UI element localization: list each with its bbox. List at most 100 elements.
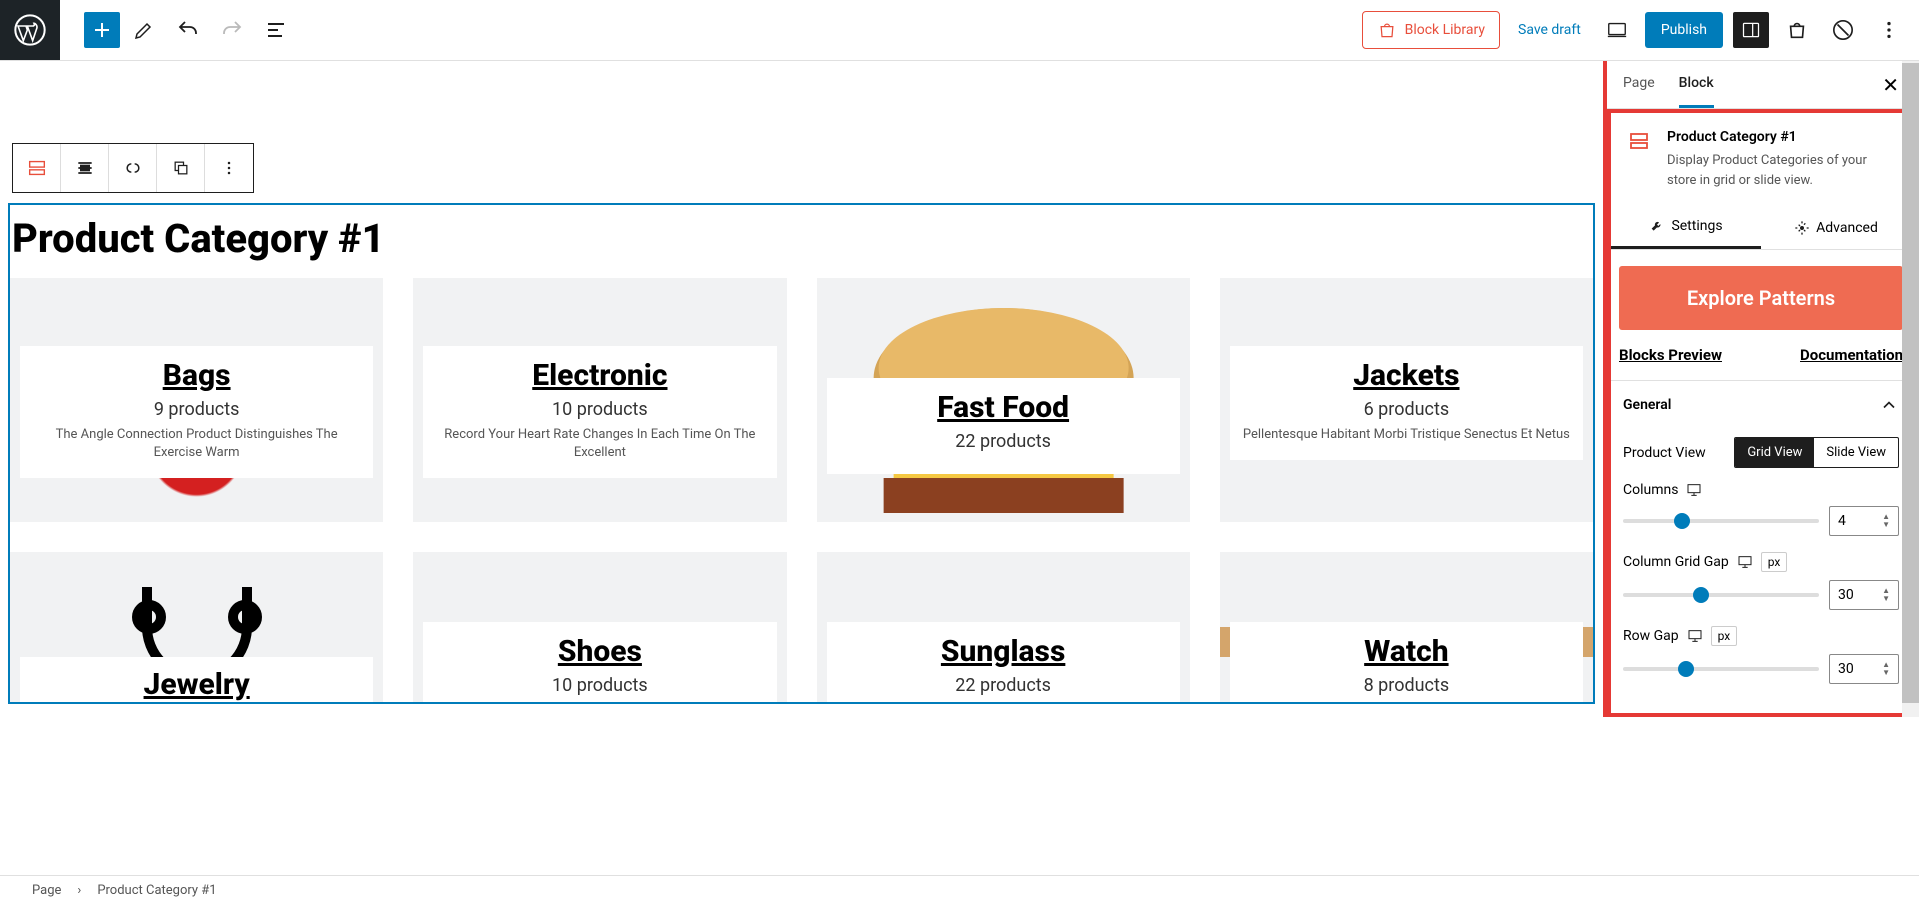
product-info: Sunglass22 products xyxy=(827,622,1180,702)
editor-canvas[interactable]: Product Category #1 Bags9 productsThe An… xyxy=(0,61,1603,717)
product-count: 10 products xyxy=(433,675,766,696)
wordpress-logo[interactable] xyxy=(0,0,60,60)
product-card[interactable]: Watch 8 products xyxy=(1220,552,1593,702)
product-name[interactable]: Electronic xyxy=(433,358,766,393)
row-gap-label: Row Gap xyxy=(1623,628,1679,644)
block-type-icon[interactable] xyxy=(13,144,61,192)
product-info: Electronic 10 products Record Your Heart R… xyxy=(423,346,776,478)
product-card[interactable]: Bags9 productsThe Angle Connection Produ… xyxy=(10,278,383,522)
product-card[interactable]: Sunglass22 products xyxy=(817,552,1190,702)
product-name[interactable]: Sunglass xyxy=(837,634,1170,669)
product-desc: Record Your Heart Rate Changes In Each T… xyxy=(433,426,766,462)
breadcrumb: Page › Product Category #1 xyxy=(0,875,1919,905)
product-info: Shoes 10 products xyxy=(423,622,776,702)
view-toggle: Grid View Slide View xyxy=(1734,437,1899,468)
block-info: Product Category #1 Display Product Cate… xyxy=(1611,113,1911,206)
edit-icon[interactable] xyxy=(124,10,164,50)
scrollbar-thumb[interactable] xyxy=(1902,63,1919,703)
more-block-options-icon[interactable] xyxy=(205,144,253,192)
block-toolbar xyxy=(12,143,254,193)
unit-px[interactable]: px xyxy=(1711,626,1738,646)
breadcrumb-page[interactable]: Page xyxy=(32,883,61,898)
product-count: 10 products xyxy=(433,399,766,420)
grid-view-option[interactable]: Grid View xyxy=(1735,438,1814,467)
unit-px[interactable]: px xyxy=(1761,552,1788,572)
list-view-icon[interactable] xyxy=(256,10,296,50)
yoast-icon[interactable] xyxy=(1825,12,1861,48)
tab-page[interactable]: Page xyxy=(1623,61,1655,108)
documentation-link[interactable]: Documentation xyxy=(1800,346,1903,364)
columns-slider[interactable] xyxy=(1623,519,1819,523)
tab-block[interactable]: Block xyxy=(1679,61,1714,108)
row-gap-slider[interactable] xyxy=(1623,667,1819,671)
sidebar-body: Product Category #1 Display Product Cate… xyxy=(1607,109,1915,713)
slide-view-option[interactable]: Slide View xyxy=(1814,438,1898,467)
product-view-control: Product View Grid View Slide View xyxy=(1623,437,1899,468)
stepper-icon[interactable]: ▲▼ xyxy=(1882,587,1890,603)
undo-icon[interactable] xyxy=(168,10,208,50)
row-gap-slider-row: 30▲▼ xyxy=(1623,654,1899,684)
product-card[interactable]: Electronic 10 products Record Your Heart R… xyxy=(413,278,786,522)
top-toolbar: Block Library Save draft Publish xyxy=(0,0,1919,61)
wrench-icon xyxy=(1649,218,1665,234)
product-name[interactable]: Fast Food xyxy=(837,390,1170,425)
desktop-icon[interactable] xyxy=(1687,628,1703,644)
product-desc: Pellentesque Habitant Morbi Tristique Se… xyxy=(1240,426,1573,444)
column-gap-label-row: Column Grid Gap px xyxy=(1623,552,1899,572)
product-name[interactable]: Shoes xyxy=(433,634,766,669)
product-name[interactable]: Watch xyxy=(1240,634,1573,669)
plugin-icon[interactable] xyxy=(1779,12,1815,48)
link-icon[interactable] xyxy=(109,144,157,192)
row-gap-input[interactable]: 30▲▼ xyxy=(1829,654,1899,684)
product-card[interactable]: Shoes 10 products xyxy=(413,552,786,702)
block-type-icon xyxy=(1627,129,1651,153)
scrollbar[interactable] xyxy=(1902,61,1919,717)
column-gap-slider[interactable] xyxy=(1623,593,1819,597)
chevron-up-icon xyxy=(1879,395,1899,415)
column-gap-label: Column Grid Gap xyxy=(1623,554,1729,570)
product-card[interactable]: Jackets6 productsPellentesque Habitant M… xyxy=(1220,278,1593,522)
product-view-label: Product View xyxy=(1623,445,1706,461)
product-name[interactable]: Jewelry xyxy=(30,667,363,702)
more-options-icon[interactable] xyxy=(1871,12,1907,48)
product-category-block[interactable]: Product Category #1 Bags9 productsThe An… xyxy=(8,203,1595,704)
redo-icon[interactable] xyxy=(212,10,252,50)
product-info: Jackets6 productsPellentesque Habitant M… xyxy=(1230,346,1583,460)
columns-input[interactable]: 4▲▼ xyxy=(1829,506,1899,536)
tab-settings[interactable]: Settings xyxy=(1611,206,1761,249)
duplicate-icon[interactable] xyxy=(157,144,205,192)
shopping-bag-icon xyxy=(1377,20,1397,40)
desktop-icon[interactable] xyxy=(1737,554,1753,570)
add-block-button[interactable] xyxy=(84,12,120,48)
product-card[interactable]: Fast Food22 products xyxy=(817,278,1190,522)
align-icon[interactable] xyxy=(61,144,109,192)
close-icon[interactable]: ✕ xyxy=(1882,73,1899,97)
preview-device-icon[interactable] xyxy=(1599,12,1635,48)
product-count: 8 products xyxy=(1240,675,1573,696)
general-panel-header[interactable]: General xyxy=(1611,380,1911,429)
product-name[interactable]: Jackets xyxy=(1240,358,1573,393)
columns-label-row: Columns xyxy=(1623,482,1899,498)
row-gap-label-row: Row Gap px xyxy=(1623,626,1899,646)
product-name[interactable]: Bags xyxy=(30,358,363,393)
column-gap-input[interactable]: 30▲▼ xyxy=(1829,580,1899,610)
block-title[interactable]: Product Category #1 xyxy=(10,205,1593,278)
blocks-preview-link[interactable]: Blocks Preview xyxy=(1619,346,1722,364)
product-info: Fast Food22 products xyxy=(827,378,1180,474)
columns-label: Columns xyxy=(1623,482,1678,498)
block-library-button[interactable]: Block Library xyxy=(1362,11,1500,49)
product-card[interactable]: Jewelry xyxy=(10,552,383,702)
tab-advanced[interactable]: Advanced xyxy=(1761,206,1911,249)
sidebar-toggle-icon[interactable] xyxy=(1733,12,1769,48)
stepper-icon[interactable]: ▲▼ xyxy=(1882,661,1890,677)
save-draft-link[interactable]: Save draft xyxy=(1510,14,1589,46)
explore-patterns-button[interactable]: Explore Patterns xyxy=(1619,266,1903,330)
column-gap-slider-row: 30▲▼ xyxy=(1623,580,1899,610)
product-count: 9 products xyxy=(30,399,363,420)
breadcrumb-block[interactable]: Product Category #1 xyxy=(97,883,216,898)
publish-button[interactable]: Publish xyxy=(1645,12,1723,48)
preview-links: Blocks Preview Documentation xyxy=(1611,346,1911,380)
desktop-icon[interactable] xyxy=(1686,482,1702,498)
stepper-icon[interactable]: ▲▼ xyxy=(1882,513,1890,529)
toolbar-left xyxy=(0,0,296,60)
